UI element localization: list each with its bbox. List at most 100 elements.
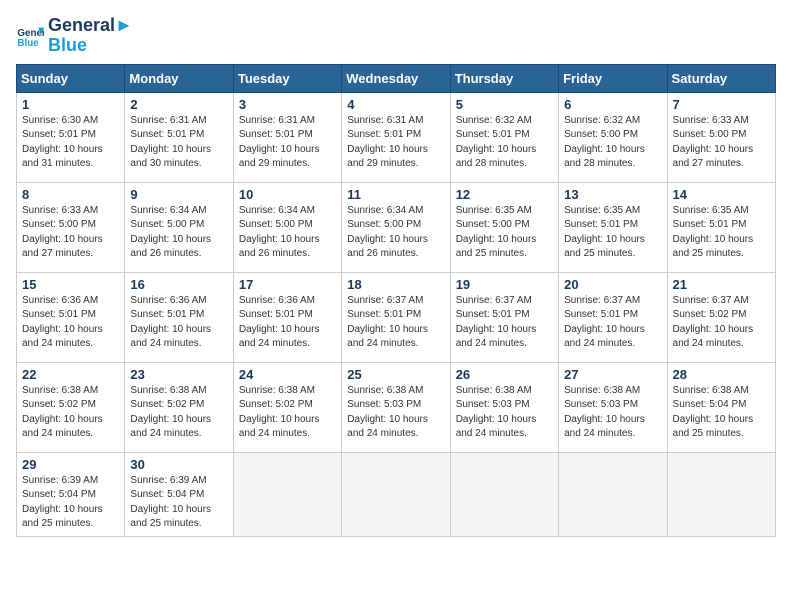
calendar-week-4: 22 Sunrise: 6:38 AMSunset: 5:02 PMDaylig… [17, 362, 776, 452]
calendar-cell: 30 Sunrise: 6:39 AMSunset: 5:04 PMDaylig… [125, 452, 233, 536]
day-number: 14 [673, 187, 770, 202]
calendar-cell: 15 Sunrise: 6:36 AMSunset: 5:01 PMDaylig… [17, 272, 125, 362]
day-detail: Sunrise: 6:30 AMSunset: 5:01 PMDaylight:… [22, 114, 119, 172]
day-number: 26 [456, 367, 553, 382]
day-number: 3 [239, 97, 336, 112]
day-number: 25 [347, 367, 444, 382]
calendar-cell: 11 Sunrise: 6:34 AMSunset: 5:00 PMDaylig… [342, 182, 450, 272]
day-number: 6 [564, 97, 661, 112]
day-number: 22 [22, 367, 119, 382]
day-number: 20 [564, 277, 661, 292]
day-detail: Sunrise: 6:33 AMSunset: 5:00 PMDaylight:… [22, 204, 119, 262]
day-detail: Sunrise: 6:35 AMSunset: 5:00 PMDaylight:… [456, 204, 553, 262]
day-number: 21 [673, 277, 770, 292]
calendar-cell: 6 Sunrise: 6:32 AMSunset: 5:00 PMDayligh… [559, 92, 667, 182]
header-thursday: Thursday [450, 64, 558, 92]
day-number: 16 [130, 277, 227, 292]
header-wednesday: Wednesday [342, 64, 450, 92]
calendar-cell: 1 Sunrise: 6:30 AMSunset: 5:01 PMDayligh… [17, 92, 125, 182]
calendar-cell: 28 Sunrise: 6:38 AMSunset: 5:04 PMDaylig… [667, 362, 775, 452]
day-number: 15 [22, 277, 119, 292]
day-detail: Sunrise: 6:39 AMSunset: 5:04 PMDaylight:… [22, 474, 119, 532]
day-detail: Sunrise: 6:34 AMSunset: 5:00 PMDaylight:… [239, 204, 336, 262]
day-number: 17 [239, 277, 336, 292]
header-saturday: Saturday [667, 64, 775, 92]
calendar-cell: 26 Sunrise: 6:38 AMSunset: 5:03 PMDaylig… [450, 362, 558, 452]
calendar-cell: 20 Sunrise: 6:37 AMSunset: 5:01 PMDaylig… [559, 272, 667, 362]
day-number: 13 [564, 187, 661, 202]
day-number: 8 [22, 187, 119, 202]
calendar-cell: 8 Sunrise: 6:33 AMSunset: 5:00 PMDayligh… [17, 182, 125, 272]
day-detail: Sunrise: 6:38 AMSunset: 5:03 PMDaylight:… [347, 384, 444, 442]
day-number: 18 [347, 277, 444, 292]
day-detail: Sunrise: 6:32 AMSunset: 5:01 PMDaylight:… [456, 114, 553, 172]
day-number: 4 [347, 97, 444, 112]
day-number: 24 [239, 367, 336, 382]
calendar-table: SundayMondayTuesdayWednesdayThursdayFrid… [16, 64, 776, 537]
calendar-cell: 12 Sunrise: 6:35 AMSunset: 5:00 PMDaylig… [450, 182, 558, 272]
calendar-cell: 24 Sunrise: 6:38 AMSunset: 5:02 PMDaylig… [233, 362, 341, 452]
calendar-cell: 14 Sunrise: 6:35 AMSunset: 5:01 PMDaylig… [667, 182, 775, 272]
day-number: 29 [22, 457, 119, 472]
calendar-cell [559, 452, 667, 536]
calendar-cell: 22 Sunrise: 6:38 AMSunset: 5:02 PMDaylig… [17, 362, 125, 452]
calendar-cell [450, 452, 558, 536]
calendar-cell: 5 Sunrise: 6:32 AMSunset: 5:01 PMDayligh… [450, 92, 558, 182]
calendar-cell: 13 Sunrise: 6:35 AMSunset: 5:01 PMDaylig… [559, 182, 667, 272]
calendar-cell: 29 Sunrise: 6:39 AMSunset: 5:04 PMDaylig… [17, 452, 125, 536]
calendar-cell: 9 Sunrise: 6:34 AMSunset: 5:00 PMDayligh… [125, 182, 233, 272]
day-detail: Sunrise: 6:36 AMSunset: 5:01 PMDaylight:… [130, 294, 227, 352]
svg-text:Blue: Blue [17, 38, 39, 49]
header-friday: Friday [559, 64, 667, 92]
day-detail: Sunrise: 6:37 AMSunset: 5:01 PMDaylight:… [347, 294, 444, 352]
calendar-cell: 10 Sunrise: 6:34 AMSunset: 5:00 PMDaylig… [233, 182, 341, 272]
calendar-week-5: 29 Sunrise: 6:39 AMSunset: 5:04 PMDaylig… [17, 452, 776, 536]
day-detail: Sunrise: 6:37 AMSunset: 5:01 PMDaylight:… [564, 294, 661, 352]
day-detail: Sunrise: 6:31 AMSunset: 5:01 PMDaylight:… [239, 114, 336, 172]
header-sunday: Sunday [17, 64, 125, 92]
header-tuesday: Tuesday [233, 64, 341, 92]
logo-text-line2: Blue [48, 36, 133, 56]
day-detail: Sunrise: 6:38 AMSunset: 5:04 PMDaylight:… [673, 384, 770, 442]
day-detail: Sunrise: 6:36 AMSunset: 5:01 PMDaylight:… [22, 294, 119, 352]
day-detail: Sunrise: 6:33 AMSunset: 5:00 PMDaylight:… [673, 114, 770, 172]
calendar-cell: 7 Sunrise: 6:33 AMSunset: 5:00 PMDayligh… [667, 92, 775, 182]
day-detail: Sunrise: 6:35 AMSunset: 5:01 PMDaylight:… [673, 204, 770, 262]
calendar-cell: 17 Sunrise: 6:36 AMSunset: 5:01 PMDaylig… [233, 272, 341, 362]
day-number: 23 [130, 367, 227, 382]
day-detail: Sunrise: 6:31 AMSunset: 5:01 PMDaylight:… [347, 114, 444, 172]
day-number: 27 [564, 367, 661, 382]
calendar-cell: 27 Sunrise: 6:38 AMSunset: 5:03 PMDaylig… [559, 362, 667, 452]
day-detail: Sunrise: 6:37 AMSunset: 5:01 PMDaylight:… [456, 294, 553, 352]
day-number: 11 [347, 187, 444, 202]
calendar-header-row: SundayMondayTuesdayWednesdayThursdayFrid… [17, 64, 776, 92]
day-detail: Sunrise: 6:38 AMSunset: 5:03 PMDaylight:… [564, 384, 661, 442]
page-header: General Blue General► Blue [16, 16, 776, 56]
calendar-cell: 3 Sunrise: 6:31 AMSunset: 5:01 PMDayligh… [233, 92, 341, 182]
calendar-cell [342, 452, 450, 536]
day-detail: Sunrise: 6:38 AMSunset: 5:02 PMDaylight:… [22, 384, 119, 442]
day-detail: Sunrise: 6:38 AMSunset: 5:02 PMDaylight:… [130, 384, 227, 442]
day-number: 9 [130, 187, 227, 202]
calendar-cell: 25 Sunrise: 6:38 AMSunset: 5:03 PMDaylig… [342, 362, 450, 452]
day-number: 10 [239, 187, 336, 202]
calendar-week-2: 8 Sunrise: 6:33 AMSunset: 5:00 PMDayligh… [17, 182, 776, 272]
header-monday: Monday [125, 64, 233, 92]
calendar-cell [667, 452, 775, 536]
day-detail: Sunrise: 6:38 AMSunset: 5:03 PMDaylight:… [456, 384, 553, 442]
day-number: 28 [673, 367, 770, 382]
calendar-cell: 18 Sunrise: 6:37 AMSunset: 5:01 PMDaylig… [342, 272, 450, 362]
day-number: 30 [130, 457, 227, 472]
calendar-cell: 23 Sunrise: 6:38 AMSunset: 5:02 PMDaylig… [125, 362, 233, 452]
calendar-cell: 4 Sunrise: 6:31 AMSunset: 5:01 PMDayligh… [342, 92, 450, 182]
calendar-cell: 2 Sunrise: 6:31 AMSunset: 5:01 PMDayligh… [125, 92, 233, 182]
day-detail: Sunrise: 6:35 AMSunset: 5:01 PMDaylight:… [564, 204, 661, 262]
logo-text-line1: General► [48, 16, 133, 36]
day-detail: Sunrise: 6:36 AMSunset: 5:01 PMDaylight:… [239, 294, 336, 352]
day-number: 12 [456, 187, 553, 202]
calendar-week-1: 1 Sunrise: 6:30 AMSunset: 5:01 PMDayligh… [17, 92, 776, 182]
logo-icon: General Blue [16, 22, 44, 50]
day-number: 1 [22, 97, 119, 112]
day-detail: Sunrise: 6:34 AMSunset: 5:00 PMDaylight:… [347, 204, 444, 262]
day-number: 19 [456, 277, 553, 292]
